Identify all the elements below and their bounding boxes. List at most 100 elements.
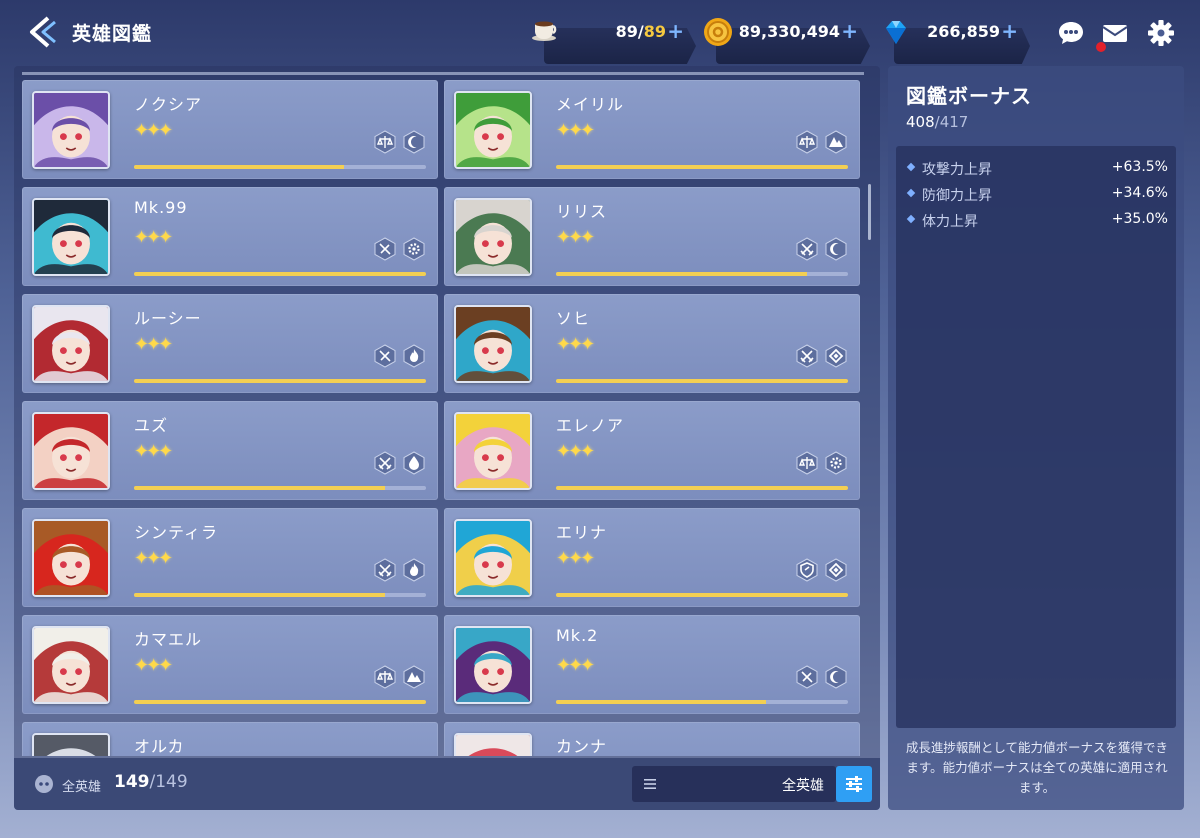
hero-name: カマエル xyxy=(134,630,203,649)
bonus-stat-list: 攻撃力上昇 +63.5% 防御力上昇 +34.6% 体力上昇 +35.0% xyxy=(896,146,1176,728)
gear-icon xyxy=(402,237,426,261)
hero-grid-viewport[interactable]: ノクシア ✦✦✦ メイリル ✦✦✦ Mk.99 ✦✦✦ リリス ✦✦✦ ルーシー ✦✦✦ ソヒ ✦✦✦… xyxy=(22,80,872,756)
diamond-bullet-icon xyxy=(906,162,916,172)
hero-name: エリナ xyxy=(556,523,608,542)
growth-progress-fill xyxy=(134,700,426,704)
gem-counter: 266,859 + xyxy=(880,14,1030,64)
gold-coin-icon xyxy=(702,16,734,48)
hero-portrait xyxy=(454,412,532,490)
hero-portrait xyxy=(454,198,532,276)
hero-grid: ノクシア ✦✦✦ メイリル ✦✦✦ Mk.99 ✦✦✦ リリス ✦✦✦ ルーシー ✦✦✦ ソヒ ✦✦✦… xyxy=(22,80,872,756)
balance-icon xyxy=(373,130,397,154)
growth-progress-bar xyxy=(556,272,848,276)
growth-progress-fill xyxy=(556,272,808,276)
hero-portrait xyxy=(32,91,110,169)
balance-icon xyxy=(795,451,819,475)
list-icon xyxy=(642,776,658,792)
coffee-cup-icon xyxy=(530,14,562,50)
growth-progress-bar xyxy=(556,486,848,490)
hero-portrait xyxy=(32,305,110,383)
bonus-title: 図鑑ボーナス xyxy=(906,84,1032,108)
bonus-label: 防御力上昇 xyxy=(922,188,992,204)
star-rating: ✦✦✦ xyxy=(556,227,595,248)
sort-dropdown-label: 全英雄 xyxy=(782,778,824,794)
no-sword-icon xyxy=(373,237,397,261)
hero-head-icon xyxy=(32,772,56,796)
gold-counter: 89,330,494 + xyxy=(702,14,870,64)
growth-progress-fill xyxy=(556,165,848,169)
growth-progress-fill xyxy=(556,700,767,704)
star-rating: ✦✦✦ xyxy=(556,334,595,355)
chat-icon[interactable] xyxy=(1056,18,1086,48)
hero-card[interactable]: ユズ ✦✦✦ xyxy=(22,401,438,500)
growth-progress-bar xyxy=(556,593,848,597)
bonus-row-attack: 攻撃力上昇 +63.5% xyxy=(906,158,1168,178)
bonus-value: +34.6% xyxy=(1111,185,1168,201)
hero-portrait xyxy=(32,519,110,597)
hero-name: カンナ xyxy=(556,737,608,756)
star-rating: ✦✦✦ xyxy=(556,120,595,141)
hero-card[interactable]: エレノア ✦✦✦ xyxy=(444,401,860,500)
balance-icon xyxy=(795,130,819,154)
hero-count: 149/149 xyxy=(114,772,188,792)
sort-dropdown[interactable]: 全英雄 xyxy=(632,766,836,802)
hero-portrait xyxy=(32,198,110,276)
hero-card[interactable]: メイリル ✦✦✦ xyxy=(444,80,860,179)
star-rating: ✦✦✦ xyxy=(134,441,173,462)
stamina-add-button[interactable]: + xyxy=(667,19,684,43)
hero-card[interactable]: オルカ✦✦✦ xyxy=(22,722,438,756)
moon-icon xyxy=(824,665,848,689)
bonus-label: 攻撃力上昇 xyxy=(922,162,992,178)
hero-card[interactable]: Mk.99 ✦✦✦ xyxy=(22,187,438,286)
list-footer: 全英雄 149/149 全英雄 xyxy=(14,758,880,810)
gold-add-button[interactable]: + xyxy=(841,19,858,43)
water-icon xyxy=(402,451,426,475)
moon-icon xyxy=(824,237,848,261)
hero-card[interactable]: Mk.2 ✦✦✦ xyxy=(444,615,860,714)
fire-icon xyxy=(402,558,426,582)
no-sword-icon xyxy=(795,665,819,689)
star-rating: ✦✦✦ xyxy=(134,334,173,355)
growth-progress-bar xyxy=(134,165,426,169)
gear-icon[interactable] xyxy=(1146,18,1176,48)
hero-card[interactable]: ルーシー ✦✦✦ xyxy=(22,294,438,393)
crossed-swords-icon xyxy=(373,451,397,475)
crossed-swords-icon xyxy=(373,558,397,582)
filter-button[interactable] xyxy=(836,766,872,802)
star-rating: ✦✦✦ xyxy=(556,441,595,462)
hero-card[interactable]: ノクシア ✦✦✦ xyxy=(22,80,438,179)
hero-portrait xyxy=(454,733,532,756)
growth-progress-bar xyxy=(134,486,426,490)
growth-progress-fill xyxy=(134,486,386,490)
hero-name: リリス xyxy=(556,202,608,221)
bonus-description: 成長進捗報酬として能力値ボーナスを獲得できます。能力値ボーナスは全ての英雄に適用… xyxy=(905,740,1169,795)
hero-card[interactable]: カマエル ✦✦✦ xyxy=(22,615,438,714)
hero-card[interactable]: ソヒ ✦✦✦ xyxy=(444,294,860,393)
hero-portrait xyxy=(454,519,532,597)
hero-card[interactable]: リリス ✦✦✦ xyxy=(444,187,860,286)
fire-icon xyxy=(402,344,426,368)
back-icon[interactable] xyxy=(24,14,60,50)
crossed-swords-icon xyxy=(795,237,819,261)
list-scrollbar[interactable] xyxy=(868,184,871,240)
hero-name: シンティラ xyxy=(134,523,219,542)
hero-name: Mk.2 xyxy=(556,626,599,645)
stamina-counter: 89/89 + xyxy=(530,14,696,64)
bonus-row-defense: 防御力上昇 +34.6% xyxy=(906,184,1168,204)
moon-icon xyxy=(402,130,426,154)
diamond-icon xyxy=(824,344,848,368)
hero-card[interactable]: エリナ ✦✦✦ xyxy=(444,508,860,607)
mountain-icon xyxy=(824,130,848,154)
star-rating: ✦✦✦ xyxy=(556,655,595,676)
crossed-swords-icon xyxy=(795,344,819,368)
page-title: 英雄図鑑 xyxy=(72,23,153,45)
gem-add-button[interactable]: + xyxy=(1001,19,1018,43)
hero-card[interactable]: シンティラ ✦✦✦ xyxy=(22,508,438,607)
sliders-icon xyxy=(846,776,862,792)
no-sword-icon xyxy=(373,344,397,368)
gold-value: 89,330,494 xyxy=(738,22,840,41)
hero-name: メイリル xyxy=(556,95,625,114)
hero-portrait xyxy=(32,626,110,704)
blue-diamond-icon xyxy=(880,16,912,48)
hero-card[interactable]: カンナ✦✦✦ xyxy=(444,722,860,756)
